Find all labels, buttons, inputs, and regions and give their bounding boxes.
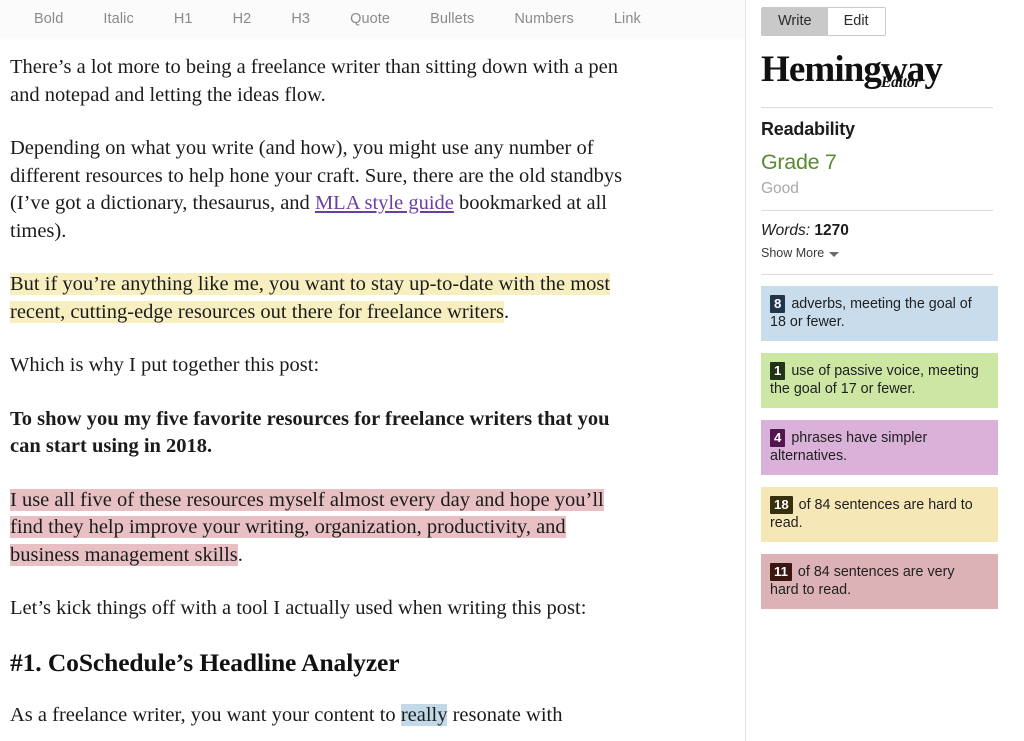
format-bullets-button[interactable]: Bullets	[410, 7, 494, 31]
paragraph-very-hard-sentence: I use all five of these resources myself…	[10, 487, 625, 570]
paragraph-which: Which is why I put together this post:	[10, 352, 625, 380]
stat-adverbs[interactable]: 8 adverbs, meeting the goal of 18 or few…	[761, 286, 998, 341]
mode-toggle[interactable]: Write Edit	[761, 7, 886, 36]
stat-text: of 84 sentences are hard to read.	[770, 497, 973, 531]
stats-list: 8 adverbs, meeting the goal of 18 or few…	[761, 286, 998, 609]
format-toolbar: Bold Italic H1 H2 H3 Quote Bullets Numbe…	[0, 0, 745, 38]
tab-write[interactable]: Write	[762, 8, 828, 35]
stat-very-hard-sentences[interactable]: 11 of 84 sentences are very hard to read…	[761, 554, 998, 609]
paragraph-text-tail: resonate with	[447, 704, 563, 726]
paragraph-text: To show you my five favorite resources f…	[10, 407, 610, 458]
stat-text: of 84 sentences are very hard to read.	[770, 564, 955, 598]
stat-text: phrases have simpler alternatives.	[770, 430, 928, 464]
format-link-button[interactable]: Link	[594, 7, 661, 31]
show-more-toggle[interactable]: Show More	[761, 246, 840, 260]
stat-count-badge: 4	[770, 429, 786, 447]
divider-top	[761, 107, 993, 108]
divider-bottom	[761, 274, 993, 275]
format-italic-button[interactable]: Italic	[83, 7, 153, 31]
paragraph-text-tail: .	[504, 300, 510, 323]
stat-text: use of passive voice, meeting the goal o…	[770, 363, 979, 397]
stat-count-badge: 8	[770, 295, 786, 313]
section-heading: #1. CoSchedule’s Headline Analyzer	[10, 647, 400, 677]
paragraph-bold-promise: To show you my five favorite resources f…	[10, 406, 625, 461]
paragraph-text-tail: .	[237, 543, 243, 566]
paragraph-resources: Depending on what you write (and how), y…	[10, 135, 625, 245]
stat-hard-sentences[interactable]: 18 of 84 sentences are hard to read.	[761, 487, 998, 542]
paragraph-kickoff: Let’s kick things off with a tool I actu…	[10, 595, 625, 623]
logo-wordmark: Hemingway	[761, 49, 943, 90]
readability-note: Good	[761, 180, 799, 197]
word-count-value: 1270	[814, 222, 849, 239]
show-more-label: Show More	[761, 246, 825, 260]
stat-count-badge: 18	[770, 496, 793, 514]
paragraph-text: Let’s kick things off with a tool I actu…	[10, 597, 587, 619]
format-h1-button[interactable]: H1	[154, 7, 213, 31]
readability-title: Readability	[761, 119, 855, 139]
format-h2-button[interactable]: H2	[213, 7, 272, 31]
stat-count-badge: 1	[770, 362, 786, 380]
logo-subtitle: Editor	[881, 74, 921, 91]
stat-passive-voice[interactable]: 1 use of passive voice, meeting the goal…	[761, 353, 998, 408]
stat-count-badge: 11	[770, 563, 792, 581]
editor-pane: Bold Italic H1 H2 H3 Quote Bullets Numbe…	[0, 0, 746, 741]
paragraph-intro: There’s a lot more to being a freelance …	[10, 54, 625, 109]
tab-edit[interactable]: Edit	[827, 8, 885, 35]
document-body[interactable]: There’s a lot more to being a freelance …	[0, 38, 745, 741]
readability-grade: Grade 7	[761, 150, 837, 174]
paragraph-clipped: As a freelance writer, you want your con…	[10, 702, 625, 730]
adverb-highlight: really	[400, 704, 448, 726]
chevron-down-icon	[829, 251, 840, 257]
format-quote-button[interactable]: Quote	[330, 7, 410, 31]
word-count-label: Words:	[761, 222, 811, 239]
format-bold-button[interactable]: Bold	[14, 7, 83, 31]
divider-middle	[761, 210, 993, 211]
format-h3-button[interactable]: H3	[271, 7, 330, 31]
paragraph-text: As a freelance writer, you want your con…	[10, 704, 401, 726]
word-count: Words: 1270	[761, 222, 998, 240]
hemingway-logo: Hemingway Editor	[761, 50, 998, 100]
stat-text: adverbs, meeting the goal of 18 or fewer…	[770, 296, 972, 330]
analysis-sidebar: Write Edit Hemingway Editor Readability …	[746, 0, 1024, 741]
paragraph-text: Which is why I put together this post:	[10, 354, 320, 376]
hemingway-editor-window: Bold Italic H1 H2 H3 Quote Bullets Numbe…	[0, 0, 1024, 741]
paragraph-hard-sentence: But if you’re anything like me, you want…	[10, 271, 625, 326]
hard-sentence-highlight: But if you’re anything like me, you want…	[10, 273, 611, 323]
paragraph-text: There’s a lot more to being a freelance …	[10, 56, 618, 106]
format-numbers-button[interactable]: Numbers	[494, 7, 594, 31]
very-hard-sentence-highlight: I use all five of these resources myself…	[10, 488, 604, 566]
mla-style-guide-link[interactable]: MLA style guide	[315, 192, 454, 214]
stat-simpler-phrases[interactable]: 4 phrases have simpler alternatives.	[761, 420, 998, 475]
